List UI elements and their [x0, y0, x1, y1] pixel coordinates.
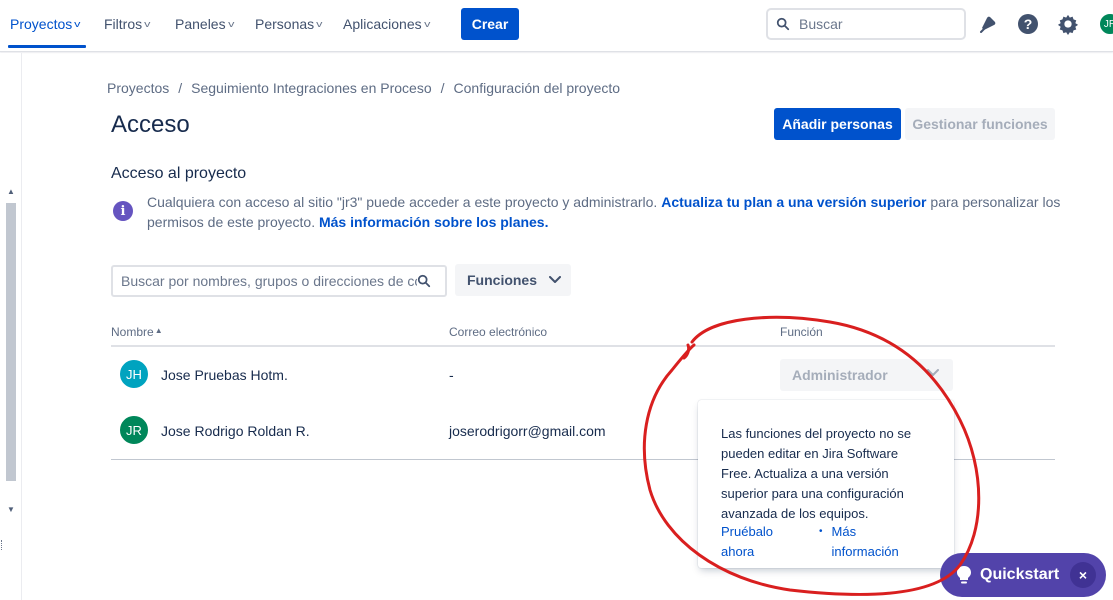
add-people-button[interactable]: Añadir personas [774, 108, 901, 140]
link-separator: • [819, 526, 823, 537]
svg-text:?: ? [1024, 16, 1033, 32]
roles-filter-label: Funciones [467, 272, 538, 288]
upgrade-tooltip-links: Pruébalo ahora • Más información [721, 522, 931, 562]
nav-active-indicator [8, 45, 86, 48]
settings-gear-icon[interactable] [1056, 12, 1080, 36]
scroll-up-arrow-icon[interactable]: ▲ [7, 187, 15, 196]
nav-filters-label: Filtros [104, 16, 143, 32]
scrollbar-thumb[interactable] [6, 203, 16, 481]
search-icon [417, 274, 431, 288]
row-email: - [449, 367, 454, 383]
nav-people[interactable]: Personas v [255, 0, 323, 48]
sidebar-resize-handle[interactable] [1, 540, 3, 550]
breadcrumb-projects[interactable]: Proyectos [107, 80, 169, 96]
project-access-title: Acceso al proyecto [111, 165, 247, 182]
chevron-down-icon: v [144, 19, 151, 29]
row-name: Jose Rodrigo Roldan R. [161, 423, 310, 439]
user-avatar[interactable]: JR [1098, 12, 1113, 36]
nav-projects[interactable]: Proyectos v [10, 0, 81, 48]
quickstart-label: Quickstart [980, 566, 1060, 583]
upgrade-tooltip-text: Las funciones del proyecto no se pueden … [721, 426, 912, 521]
upgrade-plan-link[interactable]: Actualiza tu plan a una versión superior [661, 194, 926, 210]
breadcrumb-separator: / [178, 80, 183, 96]
row-email: joserodrigorr@gmail.com [449, 423, 606, 439]
lightbulb-icon [957, 566, 971, 584]
nav-apps[interactable]: Aplicaciones v [343, 0, 431, 48]
sort-ascending-icon: ▲ [154, 326, 163, 335]
nav-filters[interactable]: Filtros v [104, 0, 151, 48]
nav-dashboards-label: Paneles [175, 16, 226, 32]
close-icon[interactable]: × [1070, 562, 1096, 588]
avatar: JH [118, 358, 150, 390]
people-search-input[interactable] [121, 273, 417, 289]
info-text-prefix: Cualquiera con acceso al sitio "jr3" pue… [147, 194, 662, 210]
avatar: JR [118, 414, 150, 446]
breadcrumb: Proyectos / Seguimiento Integraciones en… [107, 80, 620, 96]
info-icon: i [113, 201, 133, 221]
plans-info-link[interactable]: Más información sobre los planes. [319, 214, 549, 230]
nav-projects-label: Proyectos [10, 16, 73, 32]
help-icon[interactable]: ? [1016, 12, 1040, 36]
top-navigation: Proyectos v Filtros v Paneles v Personas v A… [0, 0, 1113, 52]
chevron-down-icon [927, 369, 939, 376]
scrollbar[interactable]: ▲ ▼ [4, 187, 18, 517]
search-icon [776, 17, 790, 31]
create-button[interactable]: Crear [461, 8, 519, 40]
global-search-input[interactable] [799, 16, 949, 32]
breadcrumb-separator: / [440, 80, 445, 96]
roles-filter-button[interactable]: Funciones [455, 264, 571, 296]
breadcrumb-project[interactable]: Seguimiento Integraciones en Proceso [191, 80, 431, 96]
chevron-down-icon: v [74, 19, 81, 29]
column-header-role: Función [780, 325, 823, 339]
nav-apps-label: Aplicaciones [343, 16, 422, 32]
chevron-down-icon: v [423, 19, 431, 29]
global-search[interactable] [766, 8, 966, 40]
quickstart-button[interactable]: Quickstart × [940, 553, 1106, 597]
row-name: Jose Pruebas Hotm. [161, 367, 288, 383]
page-title: Acceso [111, 111, 190, 138]
chevron-down-icon: v [227, 19, 234, 29]
try-now-link[interactable]: Pruébalo ahora [721, 522, 781, 562]
breadcrumb-settings[interactable]: Configuración del proyecto [454, 80, 621, 96]
people-search[interactable] [111, 265, 447, 297]
scroll-down-arrow-icon[interactable]: ▼ [7, 505, 15, 514]
more-info-link[interactable]: Más información [832, 522, 912, 562]
project-access-info: Cualquiera con acceso al sitio "jr3" pue… [147, 192, 1062, 232]
column-header-name[interactable]: Nombre▲ [111, 325, 163, 339]
role-select-value: Administrador [792, 367, 888, 383]
nav-people-label: Personas [255, 16, 315, 32]
nav-dashboards[interactable]: Paneles v [175, 0, 234, 48]
column-header-email: Correo electrónico [449, 325, 548, 339]
chevron-down-icon: v [316, 19, 323, 29]
role-select[interactable]: Administrador [780, 359, 953, 391]
notifications-icon[interactable] [976, 12, 1000, 36]
manage-roles-button[interactable]: Gestionar funciones [905, 108, 1055, 140]
upgrade-tooltip: Las funciones del proyecto no se pueden … [698, 400, 954, 568]
table-header-divider [111, 345, 1055, 347]
chevron-down-icon [549, 276, 562, 283]
column-header-name-label: Nombre [111, 325, 154, 339]
